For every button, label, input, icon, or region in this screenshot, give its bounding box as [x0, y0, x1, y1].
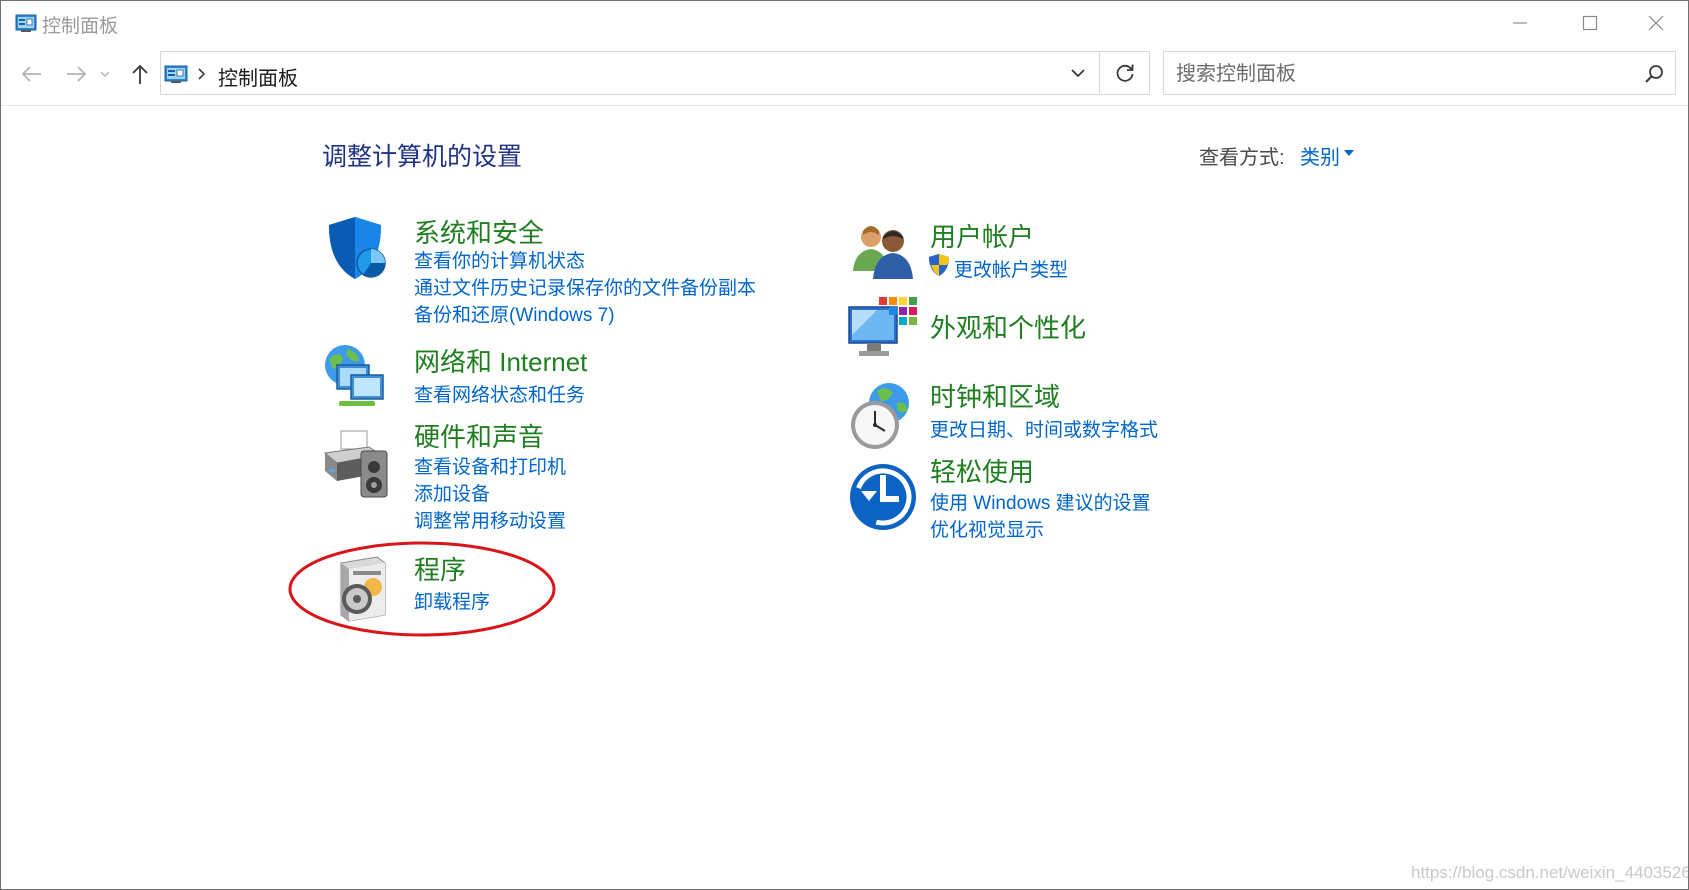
toolbar-separator — [1, 105, 1688, 106]
link-backup-restore-win7[interactable]: 备份和还原(Windows 7) — [414, 300, 615, 327]
link-view-computer-status[interactable]: 查看你的计算机状态 — [414, 246, 585, 273]
link-change-date-time-format[interactable]: 更改日期、时间或数字格式 — [930, 415, 1158, 442]
category-title-hardware-sound[interactable]: 硬件和声音 — [414, 417, 544, 454]
link-mobility-settings[interactable]: 调整常用移动设置 — [414, 506, 566, 533]
chevron-down-icon — [1071, 69, 1085, 78]
link-add-device[interactable]: 添加设备 — [414, 479, 490, 506]
search-input[interactable] — [1174, 62, 1618, 87]
forward-button[interactable] — [59, 57, 93, 91]
link-devices-printers[interactable]: 查看设备和打印机 — [414, 452, 566, 479]
programs-disc-icon[interactable] — [327, 553, 399, 625]
close-icon — [1648, 15, 1664, 31]
arrow-up-icon — [132, 64, 148, 84]
view-by-dropdown[interactable]: 类别 — [1300, 141, 1340, 170]
breadcrumb-control-panel[interactable]: 控制面板 — [218, 62, 298, 91]
users-icon[interactable] — [847, 215, 919, 287]
address-bar[interactable]: 控制面板 — [160, 51, 1100, 95]
search-box[interactable] — [1163, 51, 1676, 95]
view-by-label: 查看方式: — [1199, 147, 1285, 169]
recent-locations-button[interactable] — [95, 57, 115, 91]
clock-globe-icon[interactable] — [847, 381, 919, 453]
minimize-button[interactable] — [1485, 1, 1555, 45]
arrow-left-icon — [21, 66, 41, 82]
title-bar[interactable]: 控制面板 — [1, 1, 1688, 45]
refresh-icon — [1116, 64, 1133, 82]
uac-shield-icon — [929, 254, 949, 276]
chevron-down-icon — [100, 71, 110, 77]
chevron-right-icon[interactable] — [195, 66, 209, 82]
category-title-ease-of-access[interactable]: 轻松使用 — [930, 452, 1034, 489]
minimize-icon — [1513, 22, 1527, 24]
monitor-palette-icon[interactable] — [847, 295, 919, 367]
control-panel-window: 控制面板 控制面板 搜索控制面板 调整计算机的设置 查看方式: 类别 系统和安全… — [0, 0, 1689, 890]
category-title-system-security[interactable]: 系统和安全 — [414, 213, 544, 250]
up-button[interactable] — [123, 57, 157, 91]
category-title-user-accounts[interactable]: 用户帐户 — [930, 217, 1034, 254]
printer-icon[interactable] — [319, 429, 391, 501]
maximize-button[interactable] — [1555, 1, 1625, 45]
link-uninstall-program[interactable]: 卸载程序 — [414, 587, 490, 614]
maximize-icon — [1582, 15, 1598, 31]
address-history-dropdown[interactable] — [1063, 58, 1093, 88]
link-optimize-visual-display[interactable]: 优化视觉显示 — [930, 515, 1044, 542]
category-title-appearance[interactable]: 外观和个性化 — [930, 308, 1086, 345]
link-file-history-backup[interactable]: 通过文件历史记录保存你的文件备份副本 — [414, 273, 756, 300]
close-button[interactable] — [1621, 1, 1688, 45]
control-panel-icon — [15, 14, 37, 32]
shield-icon[interactable] — [319, 213, 391, 285]
search-icon[interactable] — [1643, 63, 1665, 85]
link-windows-recommended-settings[interactable]: 使用 Windows 建议的设置 — [930, 488, 1151, 515]
watermark-text: https://blog.csdn.net/weixin_44035267 — [1411, 863, 1689, 882]
page-title: 调整计算机的设置 — [322, 143, 523, 171]
network-globe-icon[interactable] — [319, 341, 391, 413]
category-title-network-internet[interactable]: 网络和 Internet — [414, 342, 587, 379]
link-change-account-type[interactable]: 更改帐户类型 — [954, 255, 1068, 282]
control-panel-icon — [164, 65, 188, 83]
refresh-button[interactable] — [1100, 51, 1150, 95]
link-network-status-tasks[interactable]: 查看网络状态和任务 — [414, 380, 585, 407]
back-button[interactable] — [15, 57, 49, 91]
window-title: 控制面板 — [42, 16, 119, 37]
category-title-clock-region[interactable]: 时钟和区域 — [930, 377, 1060, 414]
arrow-right-icon — [67, 66, 87, 82]
ease-of-access-icon[interactable] — [847, 461, 919, 533]
caret-down-icon[interactable] — [1344, 150, 1354, 156]
category-title-programs[interactable]: 程序 — [414, 550, 466, 587]
